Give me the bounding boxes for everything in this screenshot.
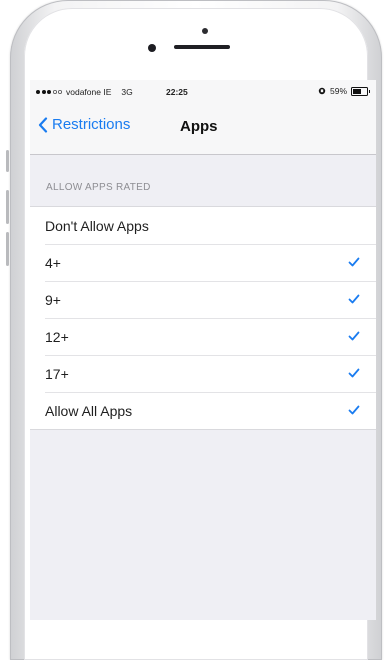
status-bar: vodafone IE 3G 22:25 59% <box>30 80 376 102</box>
phone-screen: vodafone IE 3G 22:25 59% Restrictions Ap… <box>30 80 376 620</box>
checkmark-icon <box>348 331 360 341</box>
section-header: ALLOW APPS RATED <box>46 182 151 193</box>
rating-option-row[interactable]: 4+ <box>30 244 376 281</box>
rating-option-label: 4+ <box>45 254 61 271</box>
battery-icon <box>351 86 370 96</box>
checkmark-icon <box>348 294 360 304</box>
status-time: 22:25 <box>166 87 188 97</box>
signal-dot <box>41 90 46 94</box>
volume-up-button <box>6 190 9 224</box>
signal-dot <box>36 90 40 94</box>
rating-option-row[interactable]: 12+ <box>30 318 376 355</box>
page-title: Apps <box>180 118 218 135</box>
status-left: vodafone IE 3G <box>36 87 133 97</box>
signal-dot <box>47 90 51 94</box>
network-type: 3G <box>121 87 133 97</box>
rating-option-label: Don't Allow Apps <box>45 217 149 234</box>
chevron-left-icon <box>38 116 48 133</box>
rating-option-row[interactable]: Don't Allow Apps <box>30 207 376 244</box>
back-button-label: Restrictions <box>52 116 131 133</box>
rotation-lock-icon <box>318 87 326 95</box>
battery-level <box>353 88 361 94</box>
earpiece-speaker <box>174 45 230 49</box>
proximity-sensor <box>148 44 156 52</box>
mute-switch <box>6 150 9 172</box>
checkmark-icon <box>348 405 360 415</box>
signal-dot <box>53 90 57 94</box>
battery-percent: 59% <box>329 86 347 96</box>
battery-tip <box>368 89 370 93</box>
rating-option-row[interactable]: Allow All Apps <box>30 392 376 429</box>
back-button[interactable]: Restrictions <box>38 116 130 133</box>
checkmark-icon <box>348 257 360 267</box>
rating-option-row[interactable]: 17+ <box>30 355 376 392</box>
checkmark-icon <box>348 368 360 378</box>
navigation-bar: Restrictions Apps <box>30 102 376 155</box>
front-camera <box>202 28 208 34</box>
rating-options-list: Don't Allow Apps 4+ 9+ 12+ 17+ Allow All Apps <box>30 206 376 430</box>
status-right: 59% <box>318 86 370 96</box>
rating-option-label: 9+ <box>45 291 61 308</box>
volume-down-button <box>6 232 9 266</box>
rating-option-label: 12+ <box>45 328 69 345</box>
signal-strength-icon <box>36 90 62 94</box>
rating-option-row[interactable]: 9+ <box>30 281 376 318</box>
rating-option-label: Allow All Apps <box>45 402 133 419</box>
rating-option-label: 17+ <box>45 365 69 382</box>
signal-dot <box>58 90 62 94</box>
carrier-name: vodafone IE <box>66 87 112 97</box>
